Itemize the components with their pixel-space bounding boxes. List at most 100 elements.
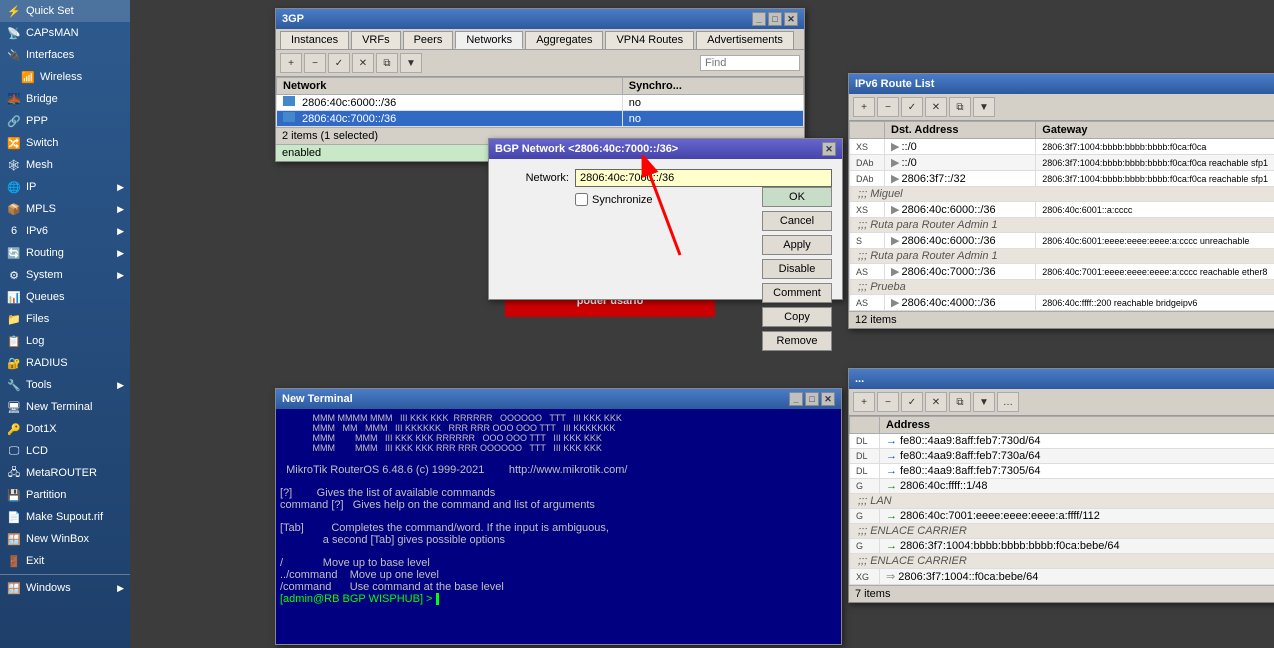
- terminal-body[interactable]: MMM MMMM MMM III KKK KKK RRRRRR OOOOOO T…: [276, 409, 841, 644]
- sidebar-item-log[interactable]: 📋 Log: [0, 330, 130, 352]
- sidebar-item-files[interactable]: 📁 Files: [0, 308, 130, 330]
- cancel-button[interactable]: Cancel: [762, 211, 832, 231]
- bgp-add-btn[interactable]: +: [280, 53, 302, 73]
- table-row[interactable]: G → 2806:3f7:1004:bbbb:bbbb:bbbb:f0ca:be…: [850, 539, 1274, 554]
- sidebar-item-new-terminal[interactable]: 🖥 New Terminal: [0, 396, 130, 418]
- bgp-dialog-title[interactable]: BGP Network <2806:40c:7000::/36> ✕: [489, 139, 842, 159]
- bgp-remove-btn[interactable]: −: [304, 53, 326, 73]
- terminal-prompt: [admin@RB BGP WISPHUB] >: [280, 593, 436, 605]
- addr-window-title[interactable]: ... _ □ ✕: [849, 369, 1274, 389]
- table-row[interactable]: 2806:40c:7000::/36 no: [277, 111, 804, 127]
- ipv6-add-btn[interactable]: +: [853, 97, 875, 117]
- sidebar-item-system[interactable]: ⚙ System ▶: [0, 264, 130, 286]
- bgp-maximize-btn[interactable]: □: [768, 12, 782, 26]
- addr-table: Address DL → fe80::4aa9:8aff:feb7:730d/6…: [849, 416, 1274, 585]
- tab-instances[interactable]: Instances: [280, 31, 349, 49]
- addr-check-btn[interactable]: ✓: [901, 392, 923, 412]
- tab-networks[interactable]: Networks: [455, 31, 523, 49]
- tab-vpn4routes[interactable]: VPN4 Routes: [605, 31, 694, 49]
- sidebar-item-wireless[interactable]: 📶 Wireless: [0, 66, 130, 88]
- sidebar-item-interfaces[interactable]: 🔌 Interfaces: [0, 44, 130, 66]
- sidebar-item-routing[interactable]: 🔄 Routing ▶: [0, 242, 130, 264]
- sidebar-item-lcd[interactable]: 🖵 LCD: [0, 440, 130, 462]
- sidebar-item-bridge[interactable]: 🌉 Bridge: [0, 88, 130, 110]
- table-row[interactable]: DL → fe80::4aa9:8aff:feb7:7305/64: [850, 464, 1274, 479]
- tab-vrfs[interactable]: VRFs: [351, 31, 401, 49]
- capsman-icon: 📡: [6, 25, 22, 41]
- addr-arrow-icon: →: [886, 450, 897, 462]
- bgp-cross-btn[interactable]: ✕: [352, 53, 374, 73]
- addr-minus-btn[interactable]: −: [877, 392, 899, 412]
- ipv6-copy-btn[interactable]: ⧉: [949, 97, 971, 117]
- tab-aggregates[interactable]: Aggregates: [525, 31, 603, 49]
- sidebar-item-exit[interactable]: 🚪 Exit: [0, 550, 130, 572]
- sidebar-item-metarouter[interactable]: 🖧 MetaROUTER: [0, 462, 130, 484]
- ipv6-filter-btn[interactable]: ▼: [973, 97, 995, 117]
- tab-advertisements[interactable]: Advertisements: [696, 31, 794, 49]
- sidebar-item-quickset[interactable]: ⚡ Quick Set: [0, 0, 130, 22]
- network-input[interactable]: [575, 169, 832, 187]
- sidebar-item-capsman[interactable]: 📡 CAPsMAN: [0, 22, 130, 44]
- ipv6-window-title[interactable]: IPv6 Route List _ □ ✕: [849, 74, 1274, 94]
- table-row[interactable]: DL → fe80::4aa9:8aff:feb7:730d/64: [850, 434, 1274, 449]
- table-row[interactable]: G → 2806:40c:7001:eeee:eeee:eeee:a:ffff/…: [850, 509, 1274, 524]
- table-row[interactable]: XS ▶2806:40c:6000::/36 2806:40c:6001::a:…: [850, 202, 1274, 218]
- table-row[interactable]: S ▶2806:40c:6000::/36 2806:40c:6001:eeee…: [850, 233, 1274, 249]
- addr-copy-btn[interactable]: ⧉: [949, 392, 971, 412]
- terminal-minimize-btn[interactable]: _: [789, 392, 803, 406]
- sidebar-item-ppp[interactable]: 🔗 PPP: [0, 110, 130, 132]
- ipv6-cross-btn[interactable]: ✕: [925, 97, 947, 117]
- sidebar-item-ip[interactable]: 🌐 IP ▶: [0, 176, 130, 198]
- sidebar-item-ipv6[interactable]: 6 IPv6 ▶: [0, 220, 130, 242]
- table-row[interactable]: G → 2806:40c:ffff::1/48: [850, 479, 1274, 494]
- sidebar-item-tools[interactable]: 🔧 Tools ▶: [0, 374, 130, 396]
- copy-button[interactable]: Copy: [762, 307, 832, 327]
- table-row[interactable]: XS ▶::/0 2806:3f7:1004:bbbb:bbbb:bbbb:f0…: [850, 139, 1274, 155]
- metarouter-icon: 🖧: [6, 465, 22, 481]
- table-row[interactable]: 2806:40c:6000::/36 no: [277, 95, 804, 111]
- sidebar-item-radius[interactable]: 🔐 RADIUS: [0, 352, 130, 374]
- ok-button[interactable]: OK: [762, 187, 832, 207]
- table-row[interactable]: AS ▶2806:40c:4000::/36 2806:40c:ffff::20…: [850, 295, 1274, 311]
- bgp-minimize-btn[interactable]: _: [752, 12, 766, 26]
- terminal-window-title[interactable]: New Terminal _ □ ✕: [276, 389, 841, 409]
- bgp-filter-btn[interactable]: ▼: [400, 53, 422, 73]
- addr-filter-btn[interactable]: ▼: [973, 392, 995, 412]
- ipv6-minus-btn[interactable]: −: [877, 97, 899, 117]
- disable-button[interactable]: Disable: [762, 259, 832, 279]
- addr-add-btn[interactable]: +: [853, 392, 875, 412]
- sidebar-item-supout[interactable]: 📄 Make Supout.rif: [0, 506, 130, 528]
- bgp-copy-btn[interactable]: ⧉: [376, 53, 398, 73]
- sidebar-item-windows[interactable]: 🪟 Windows ▶: [0, 577, 130, 599]
- addr-arrow-icon: →: [886, 435, 897, 447]
- addr-table-container: Address DL → fe80::4aa9:8aff:feb7:730d/6…: [849, 416, 1274, 585]
- sidebar-item-mesh[interactable]: 🕸 Mesh: [0, 154, 130, 176]
- sidebar-item-mpls[interactable]: 📦 MPLS ▶: [0, 198, 130, 220]
- table-row[interactable]: DAb ▶::/0 2806:3f7:1004:bbbb:bbbb:bbbb:f…: [850, 155, 1274, 171]
- apply-button[interactable]: Apply: [762, 235, 832, 255]
- addr-cross-btn[interactable]: ✕: [925, 392, 947, 412]
- bgp-check-btn[interactable]: ✓: [328, 53, 350, 73]
- sidebar-item-switch[interactable]: 🔀 Switch: [0, 132, 130, 154]
- comment-button[interactable]: Comment: [762, 283, 832, 303]
- bridge-icon: 🌉: [6, 91, 22, 107]
- sidebar-item-dot1x[interactable]: 🔑 Dot1X: [0, 418, 130, 440]
- sidebar-item-queues[interactable]: 📊 Queues: [0, 286, 130, 308]
- addr-extra-btn[interactable]: …: [997, 392, 1019, 412]
- sidebar-item-partition[interactable]: 💾 Partition: [0, 484, 130, 506]
- table-row[interactable]: DL → fe80::4aa9:8aff:feb7:730a/64: [850, 449, 1274, 464]
- synchronize-checkbox[interactable]: [575, 193, 588, 206]
- table-row[interactable]: DAb ▶2806:3f7::/32 2806:3f7:1004:bbbb:bb…: [850, 171, 1274, 187]
- bgp-window-title[interactable]: 3GP _ □ ✕: [276, 9, 804, 29]
- table-row[interactable]: XG ⇒ 2806:3f7:1004::f0ca:bebe/64: [850, 569, 1274, 585]
- terminal-maximize-btn[interactable]: □: [805, 392, 819, 406]
- ipv6-check-btn[interactable]: ✓: [901, 97, 923, 117]
- remove-button[interactable]: Remove: [762, 331, 832, 351]
- bgp-find-input[interactable]: [700, 55, 800, 71]
- bgp-close-btn[interactable]: ✕: [784, 12, 798, 26]
- table-row[interactable]: AS ▶2806:40c:7000::/36 2806:40c:7001:eee…: [850, 264, 1274, 280]
- bgp-dialog-close-btn[interactable]: ✕: [822, 142, 836, 156]
- tab-peers[interactable]: Peers: [403, 31, 454, 49]
- terminal-close-btn[interactable]: ✕: [821, 392, 835, 406]
- sidebar-item-new-winbox[interactable]: 🪟 New WinBox: [0, 528, 130, 550]
